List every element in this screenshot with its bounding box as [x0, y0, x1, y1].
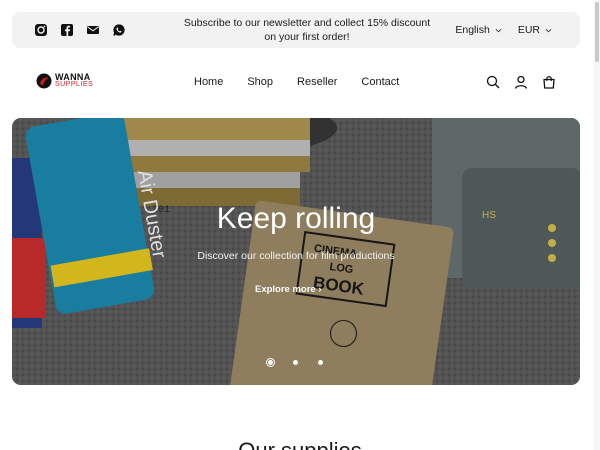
explore-more-label: Explore more: [255, 284, 316, 295]
header-actions: [486, 75, 556, 89]
currency-selector[interactable]: EUR: [518, 24, 552, 36]
hero-subtitle: Discover our collection for film product…: [197, 250, 395, 262]
facebook-icon[interactable]: [60, 23, 74, 37]
announcement-text: Subscribe to our newsletter and collect …: [183, 17, 431, 43]
instagram-icon[interactable]: [34, 23, 48, 37]
logo-wordmark: WANNA SUPPLIES: [55, 73, 93, 89]
logo-mark-icon: [36, 73, 52, 89]
email-icon[interactable]: [86, 23, 100, 37]
whatsapp-icon[interactable]: [112, 23, 126, 37]
brand-logo[interactable]: WANNA SUPPLIES: [36, 73, 93, 89]
nav-item-contact[interactable]: Contact: [361, 76, 399, 88]
announcement-bar: Subscribe to our newsletter and collect …: [12, 12, 580, 48]
arrow-right-icon: ›: [318, 284, 322, 295]
chevron-down-icon: [495, 28, 502, 32]
page-scrollbar[interactable]: [594, 0, 600, 450]
slide-dot-2[interactable]: [291, 358, 300, 367]
social-links: [34, 23, 126, 37]
scrollbar-thumb[interactable]: [595, 2, 599, 62]
explore-more-link[interactable]: Explore more ›: [255, 284, 322, 295]
chevron-down-icon: [545, 28, 552, 32]
search-icon[interactable]: [486, 75, 500, 89]
nav-item-reseller[interactable]: Reseller: [297, 76, 337, 88]
currency-label: EUR: [517, 24, 540, 36]
nav-item-home[interactable]: Home: [194, 76, 223, 88]
nav-item-shop[interactable]: Shop: [247, 76, 273, 88]
slide-dot-1[interactable]: [266, 358, 275, 367]
hero-title: Keep rolling: [216, 202, 376, 235]
slide-dot-3[interactable]: [316, 358, 325, 367]
language-selector[interactable]: English: [455, 24, 502, 36]
section-heading-partial: Our supplies: [0, 438, 600, 450]
hero-slideshow: 201 Air Duster HS CINEMA LOG BOOK Keep r…: [12, 118, 580, 385]
account-icon[interactable]: [514, 75, 528, 89]
logo-name-top: WANNA: [55, 72, 91, 82]
locale-selectors: English EUR: [455, 24, 552, 36]
main-nav: Home Shop Reseller Contact: [194, 76, 399, 88]
cart-icon[interactable]: [542, 75, 556, 89]
language-label: English: [455, 24, 490, 36]
logo-name-bottom: SUPPLIES: [55, 81, 94, 88]
slideshow-dots: [266, 358, 325, 367]
